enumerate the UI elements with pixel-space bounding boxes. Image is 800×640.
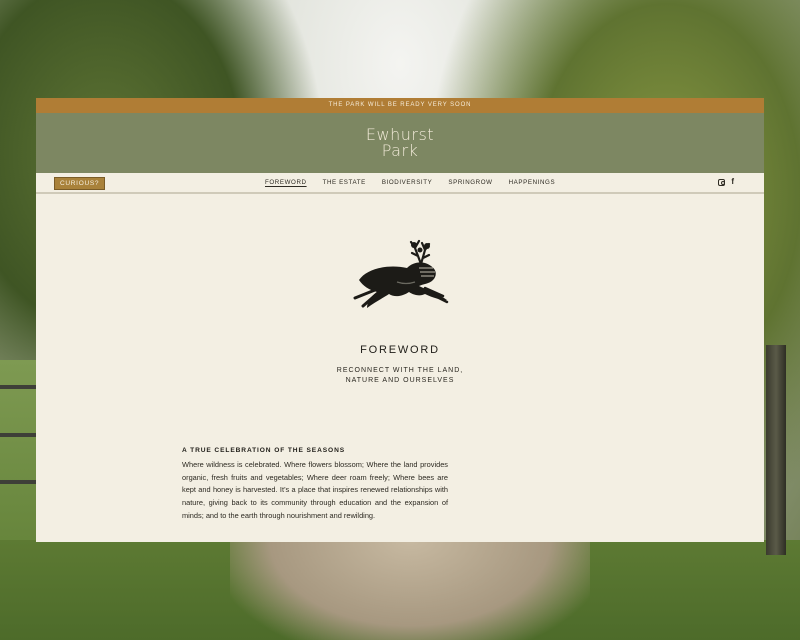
background-gate-rail (0, 480, 38, 484)
subtitle-line-1: RECONNECT WITH THE LAND, (336, 367, 464, 374)
page-subtitle: RECONNECT WITH THE LAND, NATURE AND OURS… (36, 366, 764, 386)
nav-item-the-estate[interactable]: THE ESTATE (323, 179, 366, 186)
site-panel: THE PARK WILL BE READY VERY SOON Ewhurst… (36, 98, 764, 542)
subtitle-line-2: NATURE AND OURSELVES (345, 377, 455, 384)
background-gate-rail (0, 433, 38, 437)
background-gate-rail (0, 385, 38, 389)
instagram-icon[interactable] (718, 178, 726, 186)
logo-line-2: Park (381, 141, 419, 160)
facebook-icon[interactable]: f (731, 178, 734, 186)
article-heading: A TRUE CELEBRATION OF THE SEASONS (182, 447, 346, 454)
leaping-hare-illustration (353, 239, 449, 308)
announcement-bar: THE PARK WILL BE READY VERY SOON (36, 98, 764, 113)
page-title: FOREWORD (360, 344, 440, 356)
nav-item-springrow[interactable]: SPRINGROW (448, 179, 492, 186)
background-path (230, 540, 590, 640)
curious-button[interactable]: CURIOUS? (54, 177, 106, 190)
site-logo[interactable]: Ewhurst Park (366, 127, 434, 159)
nav-item-happenings[interactable]: HAPPENINGS (509, 179, 556, 186)
foreword-section: FOREWORD RECONNECT WITH THE LAND, NATURE… (36, 194, 764, 542)
nav-menu: FOREWORD THE ESTATE BIODIVERSITY SPRINGR… (265, 173, 555, 192)
masthead: Ewhurst Park (36, 113, 764, 173)
main-navigation: CURIOUS? FOREWORD THE ESTATE BIODIVERSIT… (36, 173, 764, 194)
background-gate-post (766, 345, 786, 555)
nav-item-foreword[interactable]: FOREWORD (265, 179, 307, 186)
nav-item-biodiversity[interactable]: BIODIVERSITY (382, 179, 433, 186)
social-links: f (718, 178, 734, 186)
article-body: Where wildness is celebrated. Where flow… (182, 460, 448, 520)
article-block: A TRUE CELEBRATION OF THE SEASONS Where … (182, 447, 448, 523)
